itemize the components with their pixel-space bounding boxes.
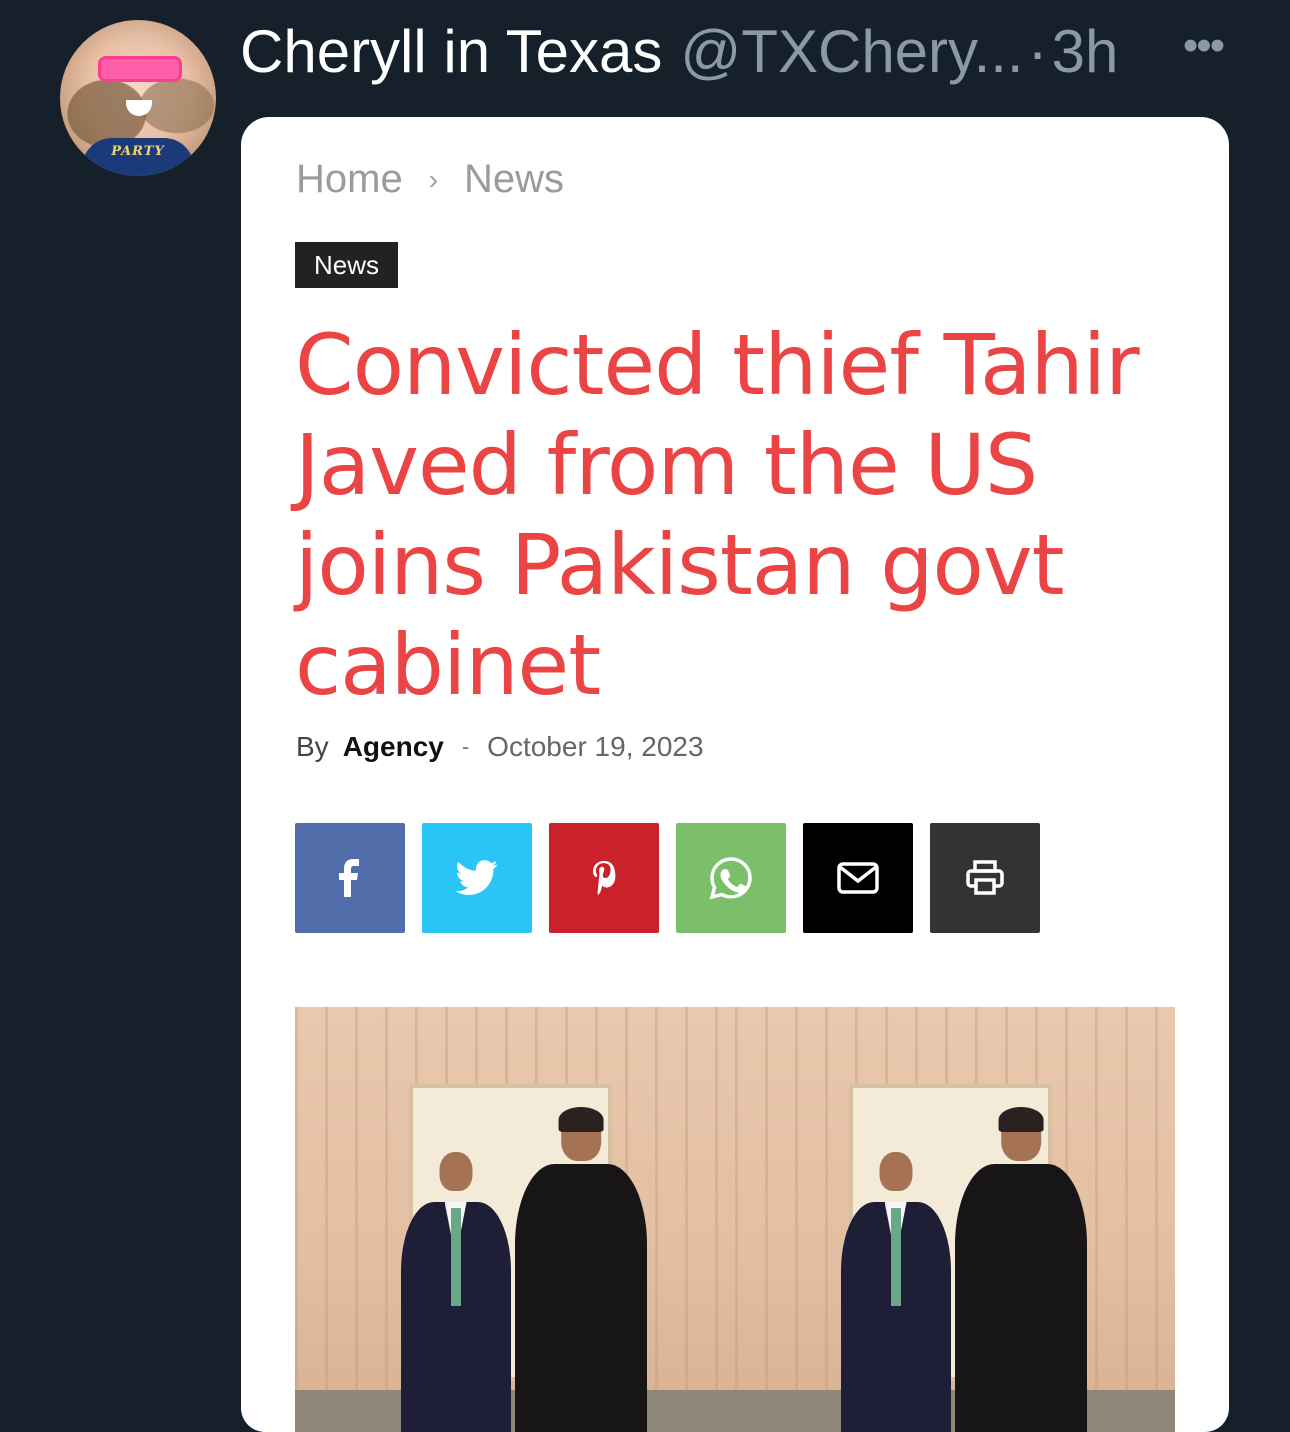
whatsapp-icon bbox=[709, 857, 752, 900]
photo-panel-right bbox=[735, 1007, 1175, 1432]
share-pinterest-button[interactable] bbox=[549, 823, 659, 933]
print-icon bbox=[966, 860, 1004, 895]
photo-person-black-attire bbox=[515, 1106, 647, 1432]
share-email-button[interactable] bbox=[803, 823, 913, 933]
byline-by: By bbox=[296, 731, 329, 762]
attached-image-card[interactable]: Home › News News Convicted thief Tahir J… bbox=[241, 117, 1229, 1432]
photo-panel-left bbox=[295, 1007, 735, 1432]
header-separator: · bbox=[1027, 18, 1048, 85]
display-name[interactable]: Cheryll in Texas bbox=[240, 14, 662, 90]
photo-person-suit bbox=[400, 1151, 511, 1432]
user-handle[interactable]: @TXChery... bbox=[680, 14, 1023, 90]
category-badge[interactable]: News bbox=[295, 242, 398, 288]
article-headline: Convicted thief Tahir Javed from the US … bbox=[295, 316, 1140, 714]
avatar-party-badge: PARTY bbox=[82, 138, 194, 176]
byline-dash: - bbox=[461, 734, 470, 759]
share-buttons bbox=[295, 823, 1040, 933]
photo-person-suit bbox=[840, 1151, 951, 1432]
email-icon bbox=[837, 862, 879, 894]
more-options-icon[interactable]: ••• bbox=[1178, 24, 1228, 68]
photo-person-black-attire bbox=[955, 1106, 1087, 1432]
tweet-header: Cheryll in Texas @TXChery... · 3h bbox=[240, 14, 1118, 90]
facebook-icon bbox=[339, 859, 359, 897]
breadcrumb-home[interactable]: Home bbox=[296, 157, 403, 202]
breadcrumb: Home › News bbox=[296, 157, 564, 202]
share-whatsapp-button[interactable] bbox=[676, 823, 786, 933]
pinterest-icon bbox=[593, 861, 616, 896]
tweet-timestamp[interactable]: 3h bbox=[1052, 14, 1119, 90]
avatar-glasses bbox=[98, 56, 182, 82]
breadcrumb-section[interactable]: News bbox=[464, 157, 564, 202]
twitter-icon bbox=[455, 860, 498, 895]
chevron-right-icon: › bbox=[428, 163, 439, 195]
article-photo[interactable] bbox=[295, 1007, 1175, 1432]
byline-author[interactable]: Agency bbox=[343, 731, 444, 763]
byline-date: October 19, 2023 bbox=[487, 731, 704, 762]
share-print-button[interactable] bbox=[930, 823, 1040, 933]
share-facebook-button[interactable] bbox=[295, 823, 405, 933]
byline: By Agency - October 19, 2023 bbox=[296, 731, 704, 763]
avatar[interactable]: PARTY bbox=[60, 20, 216, 176]
share-twitter-button[interactable] bbox=[422, 823, 532, 933]
